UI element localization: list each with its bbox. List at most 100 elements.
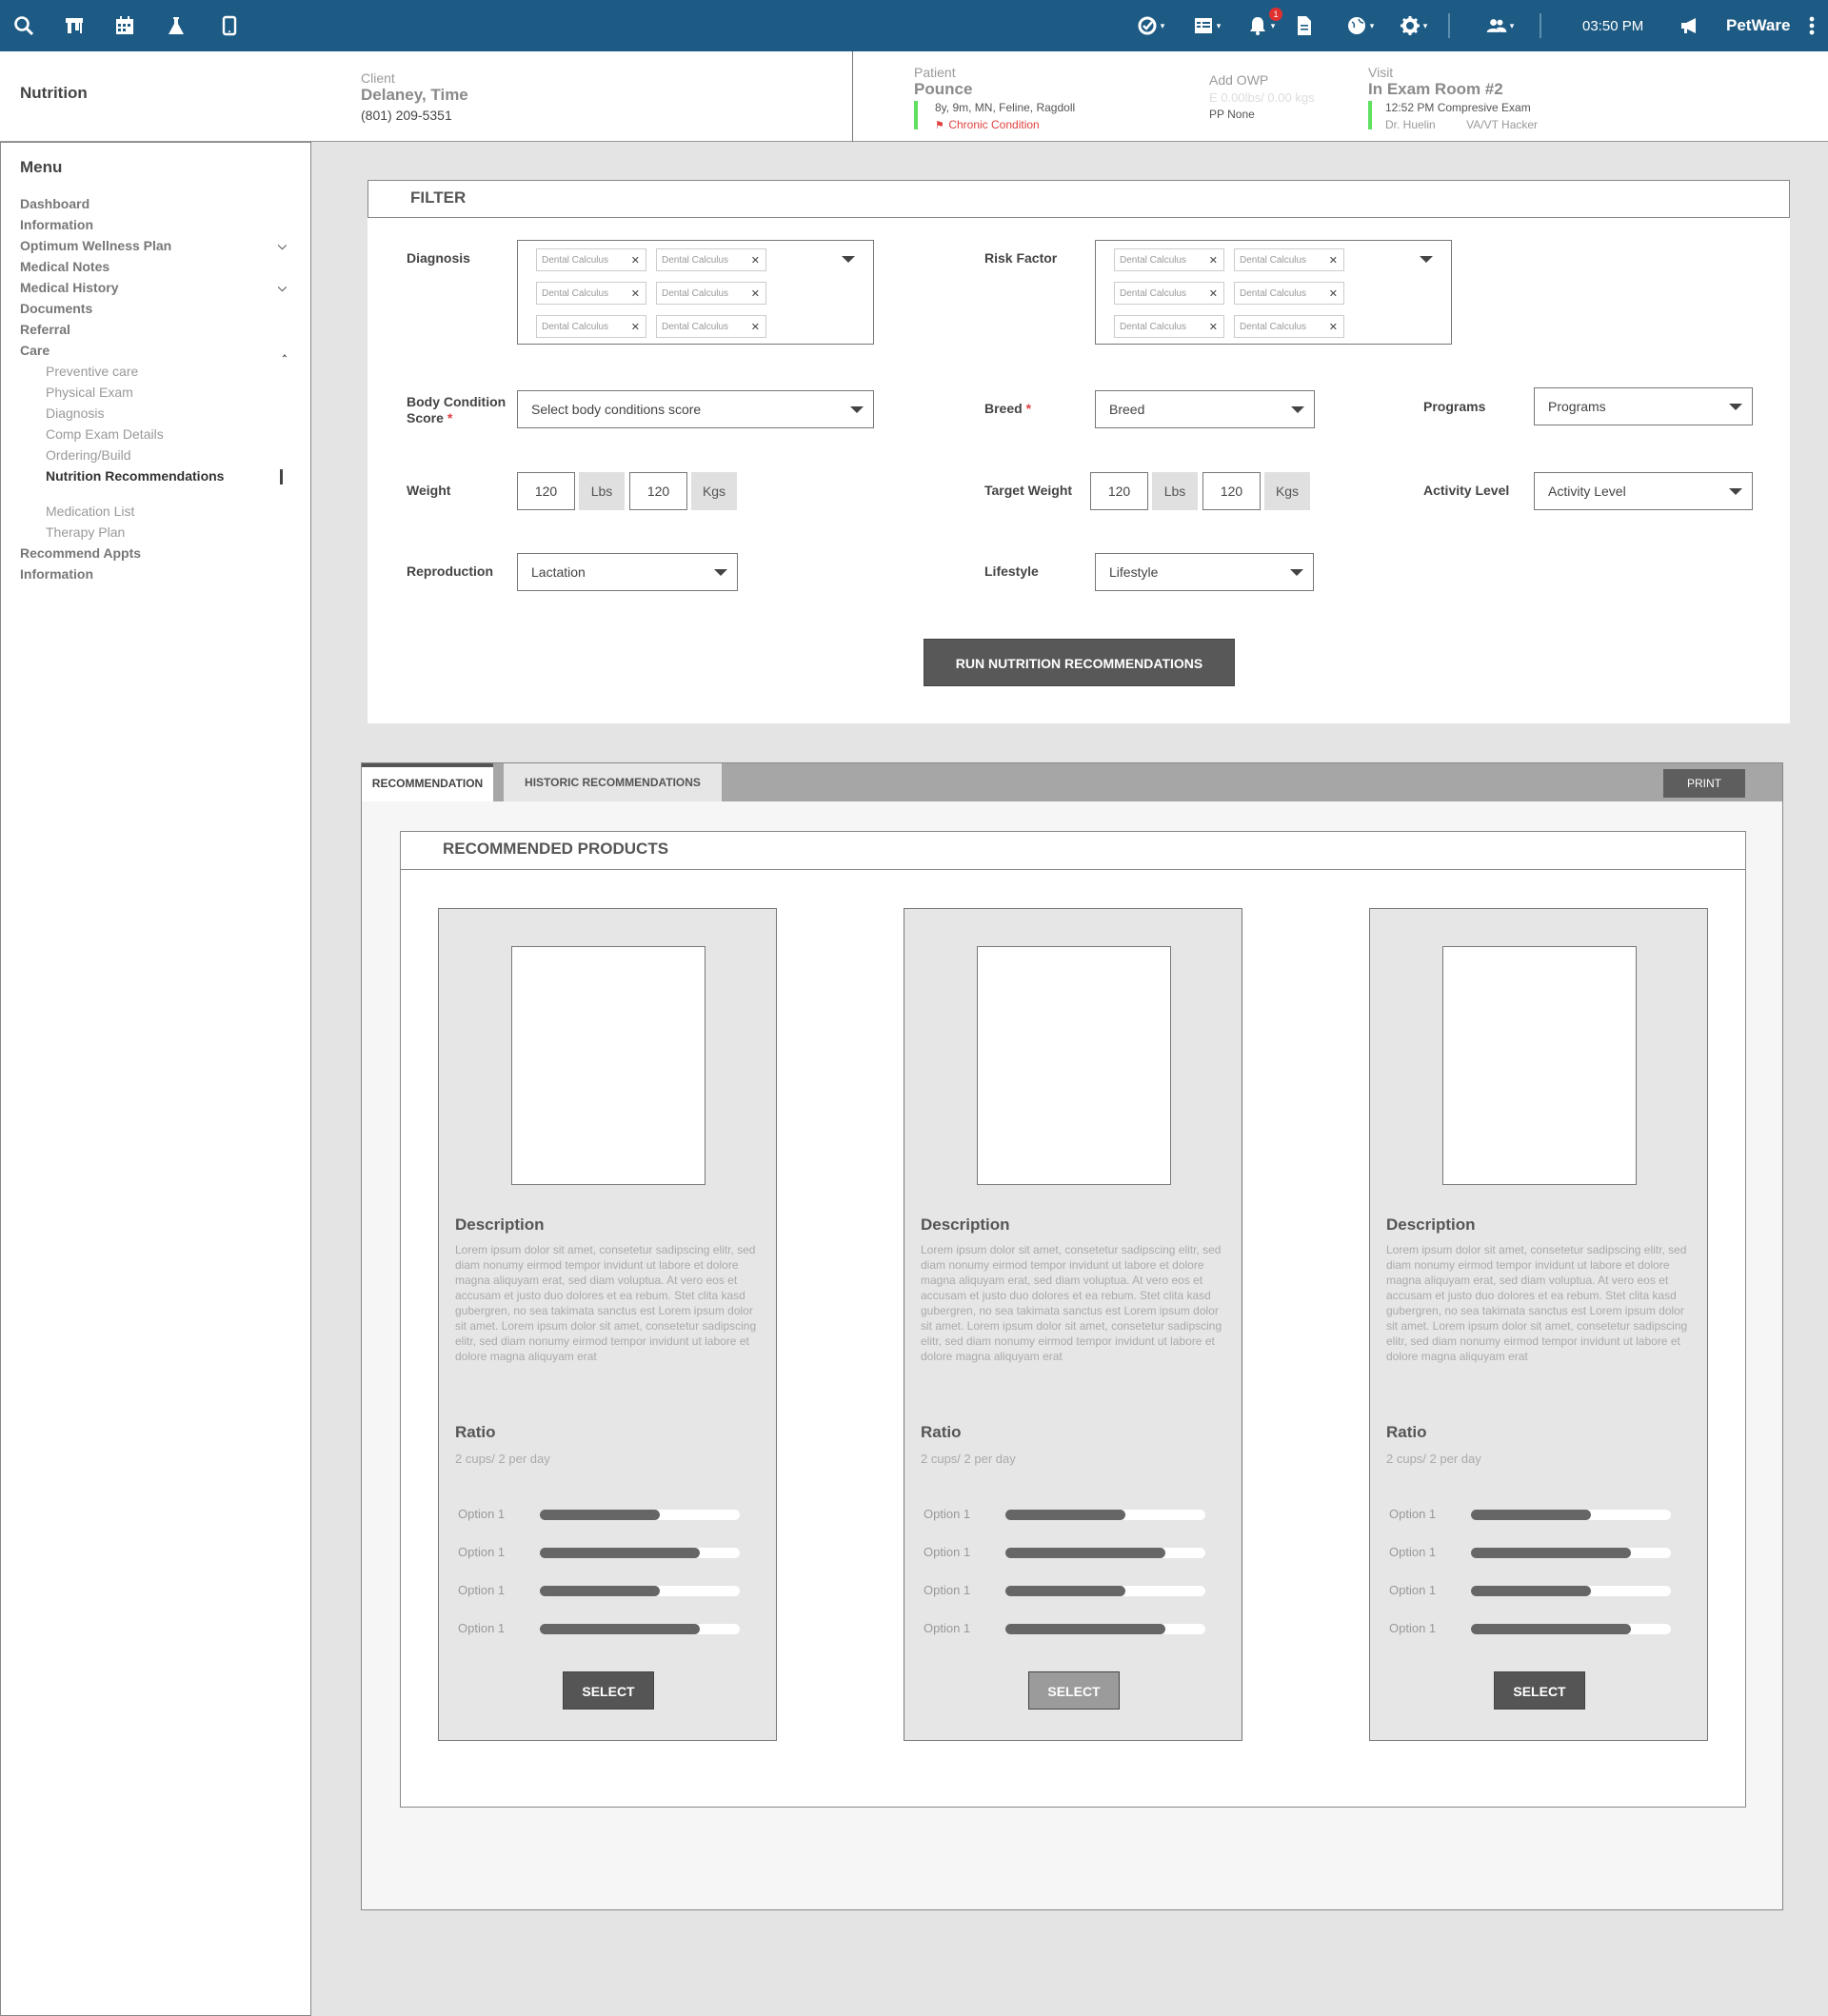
tab-historic-recommendations[interactable]: HISTORIC RECOMMENDATIONS — [504, 763, 722, 801]
remove-tag-icon[interactable]: ✕ — [1209, 254, 1218, 267]
patient-name[interactable]: Pounce — [914, 80, 1075, 99]
sidebar-subitem-medication-list[interactable]: Medication List — [20, 501, 287, 522]
programs-select[interactable]: Programs — [1534, 387, 1753, 425]
diagnosis-label: Diagnosis — [407, 250, 470, 266]
remove-tag-icon[interactable]: ✕ — [631, 254, 640, 267]
chevron-down-icon[interactable]: ⌵ — [278, 235, 287, 256]
option-level-fill — [1471, 1624, 1631, 1634]
diagnosis-tag: Dental Calculus ✕ — [536, 315, 646, 338]
product-description: Lorem ipsum dolor sit amet, consetetur s… — [455, 1243, 757, 1363]
lifestyle-label: Lifestyle — [984, 563, 1039, 579]
sidebar-item-label: Care — [20, 343, 50, 358]
diagnosis-multiselect[interactable]: Dental Calculus ✕ Dental Calculus ✕ Dental… — [517, 240, 874, 345]
print-button[interactable]: PRINT — [1663, 769, 1745, 798]
mobile-device-icon[interactable] — [217, 13, 242, 38]
target-weight-lbs-input[interactable]: 120 — [1090, 472, 1148, 510]
target-weight-kgs-input[interactable]: 120 — [1202, 472, 1261, 510]
chevron-up-icon[interactable]: ‸ — [283, 340, 287, 361]
breed-select[interactable]: Breed — [1095, 390, 1315, 428]
reproduction-select[interactable]: Lactation — [517, 553, 738, 591]
option-level-bar — [1471, 1586, 1671, 1596]
sidebar-subitem-therapy-plan[interactable]: Therapy Plan — [20, 522, 287, 543]
weight-lbs-input[interactable]: 120 — [517, 472, 575, 510]
tab-recommendation[interactable]: RECOMMENDATION — [362, 763, 493, 801]
globe-dropdown-icon[interactable]: ▾ — [1343, 13, 1376, 38]
sidebar-item-referral[interactable]: Referral — [20, 319, 287, 340]
chevron-down-icon[interactable]: ⌵ — [278, 277, 287, 298]
sidebar-subitem-preventive-care[interactable]: Preventive care — [20, 361, 287, 382]
patient-condition[interactable]: Chronic Condition — [948, 118, 1039, 131]
sidebar-item-information[interactable]: Information — [20, 214, 287, 235]
sidebar-subitem-ordering-build[interactable]: Ordering/Build — [20, 445, 287, 465]
select-product-button[interactable]: SELECT — [563, 1671, 654, 1710]
client-label: Client — [361, 70, 395, 86]
sidebar-menu: Menu Dashboard Information Optimum Welln… — [0, 142, 311, 2016]
remove-tag-icon[interactable]: ✕ — [751, 254, 760, 267]
visit-tech: VA/VT Hacker — [1466, 118, 1539, 131]
sidebar-item-optimum-wellness-plan[interactable]: Optimum Wellness Plan ⌵ — [20, 235, 287, 256]
remove-tag-icon[interactable]: ✕ — [1329, 287, 1338, 300]
patient-label: Patient — [914, 65, 956, 80]
remove-tag-icon[interactable]: ✕ — [751, 287, 760, 300]
tasks-dropdown-icon[interactable]: ▾ — [1134, 13, 1166, 38]
client-name[interactable]: Delaney, Time — [361, 86, 468, 105]
ratio-title: Ratio — [1386, 1423, 1427, 1441]
option-label: Option 1 — [458, 1583, 506, 1597]
recommended-products-section: RECOMMENDED PRODUCTS Description Lorem ip… — [400, 831, 1746, 1808]
sidebar-subitem-nutrition-recommendations[interactable]: Nutrition Recommendations — [20, 465, 287, 486]
risk-factor-multiselect[interactable]: Dental Calculus ✕ Dental Calculus ✕ Dental… — [1095, 240, 1452, 345]
sidebar-item-care[interactable]: Care ‸ — [20, 340, 287, 361]
select-product-button[interactable]: SELECT — [1028, 1671, 1120, 1710]
visit-status-bar — [1368, 101, 1372, 129]
visit-room[interactable]: In Exam Room #2 — [1368, 80, 1538, 99]
option-row: Option 1 — [458, 1505, 744, 1524]
description-title: Description — [921, 1216, 1010, 1234]
product-image — [511, 946, 705, 1185]
sidebar-item-information-2[interactable]: Information — [20, 563, 287, 584]
select-product-button[interactable]: SELECT — [1494, 1671, 1585, 1710]
body-condition-select[interactable]: Select body conditions score — [517, 390, 874, 428]
notifications-bell-icon[interactable]: ▾ 1 — [1244, 8, 1282, 38]
calendar-icon[interactable] — [112, 13, 137, 38]
sidebar-subitem-diagnosis[interactable]: Diagnosis — [20, 403, 287, 424]
weight-kgs-input[interactable]: 120 — [629, 472, 687, 510]
dropdown-caret-icon[interactable] — [1420, 256, 1433, 263]
visit-info: Visit In Exam Room #2 12:52 PM Compresiv… — [1368, 65, 1538, 133]
search-icon[interactable] — [11, 13, 36, 38]
flag-icon: ⚑ — [935, 120, 944, 131]
hospital-icon[interactable] — [62, 13, 87, 38]
option-label: Option 1 — [924, 1621, 971, 1635]
remove-tag-icon[interactable]: ✕ — [1329, 321, 1338, 333]
sidebar-item-recommend-appts[interactable]: Recommend Appts — [20, 543, 287, 563]
document-icon[interactable] — [1292, 13, 1317, 38]
remove-tag-icon[interactable]: ✕ — [1209, 287, 1218, 300]
users-dropdown-icon[interactable]: ▾ — [1480, 13, 1519, 38]
lab-flask-icon[interactable] — [164, 13, 189, 38]
announcements-megaphone-icon[interactable] — [1678, 13, 1702, 38]
dropdown-caret-icon — [850, 406, 864, 413]
remove-tag-icon[interactable]: ✕ — [1329, 254, 1338, 267]
sidebar-item-documents[interactable]: Documents — [20, 298, 287, 319]
sidebar-item-medical-notes[interactable]: Medical Notes — [20, 256, 287, 277]
settings-gear-icon[interactable]: ▾ — [1397, 13, 1429, 38]
add-owp-link[interactable]: Add OWP — [1209, 72, 1315, 88]
run-nutrition-recommendations-button[interactable]: RUN NUTRITION RECOMMENDATIONS — [924, 639, 1235, 686]
sidebar-subitem-physical-exam[interactable]: Physical Exam — [20, 382, 287, 403]
remove-tag-icon[interactable]: ✕ — [751, 321, 760, 333]
owp-info: Add OWP E 0.00lbs/ 0.00 kgs PP None — [1209, 72, 1315, 121]
diagnosis-tag: Dental Calculus ✕ — [536, 282, 646, 305]
reports-dropdown-icon[interactable]: ▾ — [1190, 13, 1222, 38]
more-vertical-icon[interactable] — [1803, 13, 1820, 38]
remove-tag-icon[interactable]: ✕ — [631, 321, 640, 333]
dropdown-caret-icon[interactable] — [842, 256, 855, 263]
sidebar-item-dashboard[interactable]: Dashboard — [20, 193, 287, 214]
ratio-title: Ratio — [921, 1423, 962, 1441]
lifestyle-select[interactable]: Lifestyle — [1095, 553, 1314, 591]
option-level-fill — [1005, 1624, 1165, 1634]
sidebar-item-medical-history[interactable]: Medical History ⌵ — [20, 277, 287, 298]
remove-tag-icon[interactable]: ✕ — [631, 287, 640, 300]
sidebar-subitem-comp-exam-details[interactable]: Comp Exam Details — [20, 424, 287, 445]
activity-level-select[interactable]: Activity Level — [1534, 472, 1753, 510]
remove-tag-icon[interactable]: ✕ — [1209, 321, 1218, 333]
reproduction-label: Reproduction — [407, 563, 493, 579]
